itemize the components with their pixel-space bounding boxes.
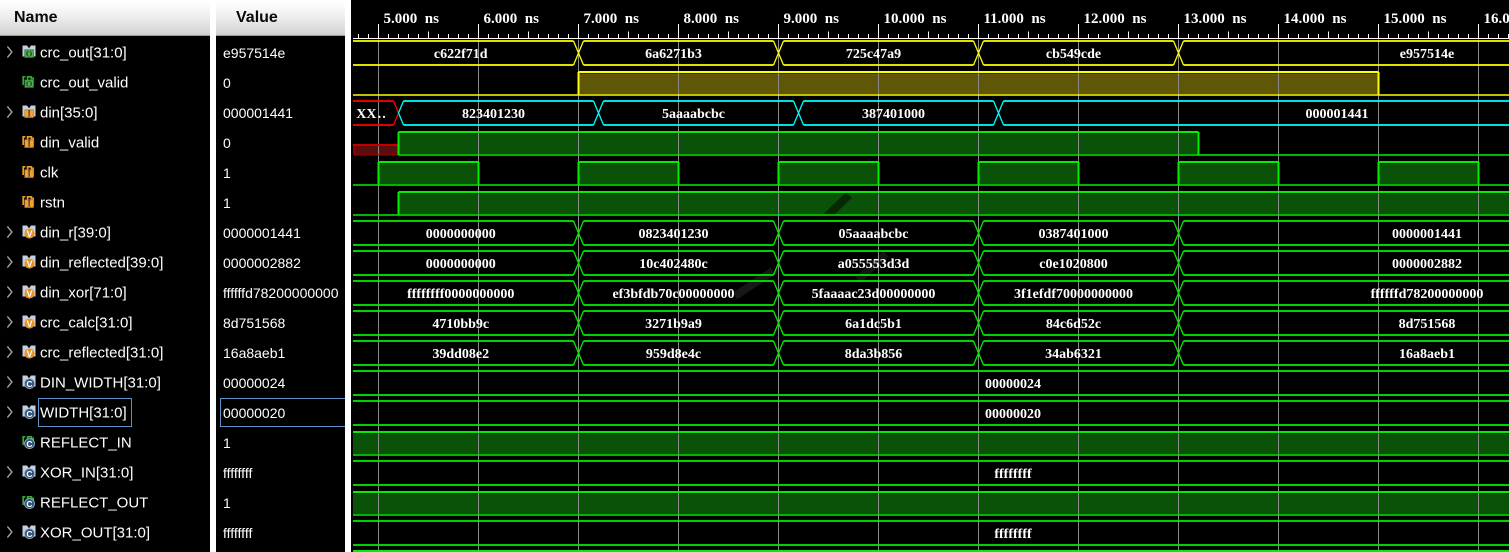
svg-text:C: C <box>26 439 32 449</box>
svg-text:6.000 ns: 6.000 ns <box>484 11 540 27</box>
svg-text:00000020: 00000020 <box>985 407 1041 422</box>
svg-text:cb549cde: cb549cde <box>1046 47 1101 62</box>
svg-text:15.000 ns: 15.000 ns <box>1384 11 1447 27</box>
svg-text:725c47a9: 725c47a9 <box>846 47 901 62</box>
svg-text:8d751568: 8d751568 <box>1399 317 1456 332</box>
svg-text:959d8e4c: 959d8e4c <box>646 347 701 362</box>
svg-text:ffffffff: ffffffff <box>994 467 1032 482</box>
svg-text:14.000 ns: 14.000 ns <box>1284 11 1347 27</box>
svg-text:C: C <box>26 409 32 419</box>
svg-text:V: V <box>26 349 32 359</box>
svg-text:C: C <box>26 469 32 479</box>
svg-text:6a1dc5b1: 6a1dc5b1 <box>845 317 902 332</box>
svg-text:10c402480c: 10c402480c <box>639 257 707 272</box>
svg-text:0000000000: 0000000000 <box>426 257 496 272</box>
svg-text:05aaaabcbc: 05aaaabcbc <box>839 227 909 242</box>
svg-text:34ab6321: 34ab6321 <box>1045 347 1102 362</box>
svg-text:ef3bfdb70c00000000: ef3bfdb70c00000000 <box>612 287 734 302</box>
svg-text:0000000000: 0000000000 <box>426 227 496 242</box>
svg-text:e957514e: e957514e <box>1400 47 1454 62</box>
svg-text:I: I <box>27 199 31 209</box>
svg-text:6a6271b3: 6a6271b3 <box>645 47 702 62</box>
svg-text:ffffffff0000000000: ffffffff0000000000 <box>407 287 514 302</box>
svg-text:3271b9a9: 3271b9a9 <box>645 317 702 332</box>
svg-text:c0e1020800: c0e1020800 <box>1039 257 1107 272</box>
svg-text:I: I <box>27 139 31 149</box>
svg-text:10.000 ns: 10.000 ns <box>884 11 947 27</box>
svg-text:8.000 ns: 8.000 ns <box>684 11 740 27</box>
svg-text:C: C <box>26 529 32 539</box>
svg-text:4710bb9c: 4710bb9c <box>432 317 489 332</box>
svg-text:V: V <box>26 319 32 329</box>
svg-text:7.000 ns: 7.000 ns <box>584 11 640 27</box>
svg-text:000001441: 000001441 <box>1306 107 1369 122</box>
svg-text:16.0: 16.0 <box>1484 11 1509 27</box>
svg-text:11.000 ns: 11.000 ns <box>984 11 1046 27</box>
svg-text:13.000 ns: 13.000 ns <box>1184 11 1247 27</box>
svg-text:823401230: 823401230 <box>462 107 525 122</box>
svg-text:C: C <box>26 499 32 509</box>
svg-text:3f1efdf70000000000: 3f1efdf70000000000 <box>1014 287 1133 302</box>
svg-text:I: I <box>27 109 31 119</box>
svg-text:12.000 ns: 12.000 ns <box>1084 11 1147 27</box>
svg-text:5aaaabcbc: 5aaaabcbc <box>662 107 725 122</box>
svg-text:c622f71d: c622f71d <box>434 47 488 62</box>
svg-text:0387401000: 0387401000 <box>1039 227 1109 242</box>
svg-text:O: O <box>26 48 33 58</box>
svg-text:O: O <box>26 78 33 88</box>
svg-text:0000001441: 0000001441 <box>1392 227 1462 242</box>
svg-text:5.000 ns: 5.000 ns <box>384 11 440 27</box>
svg-text:16a8aeb1: 16a8aeb1 <box>1399 347 1455 362</box>
svg-text:387401000: 387401000 <box>862 107 925 122</box>
svg-text:a055553d3d: a055553d3d <box>838 257 910 272</box>
svg-text:V: V <box>26 259 32 269</box>
svg-text:V: V <box>26 289 32 299</box>
svg-text:9.000 ns: 9.000 ns <box>784 11 840 27</box>
svg-text:0000002882: 0000002882 <box>1392 257 1462 272</box>
svg-text:8da3b856: 8da3b856 <box>845 347 903 362</box>
svg-text:00000024: 00000024 <box>985 377 1041 392</box>
svg-text:C: C <box>26 379 32 389</box>
svg-text:V: V <box>26 229 32 239</box>
svg-text:39dd08e2: 39dd08e2 <box>432 347 489 362</box>
svg-text:5faaaac23d00000000: 5faaaac23d00000000 <box>812 287 936 302</box>
svg-text:I: I <box>27 169 31 179</box>
svg-text:ffffffd78200000000: ffffffd78200000000 <box>1371 287 1484 302</box>
svg-text:0823401230: 0823401230 <box>639 227 709 242</box>
svg-text:ffffffff: ffffffff <box>994 527 1032 542</box>
svg-text:XX . .: XX . . <box>356 107 386 122</box>
svg-text:84c6d52c: 84c6d52c <box>1046 317 1101 332</box>
